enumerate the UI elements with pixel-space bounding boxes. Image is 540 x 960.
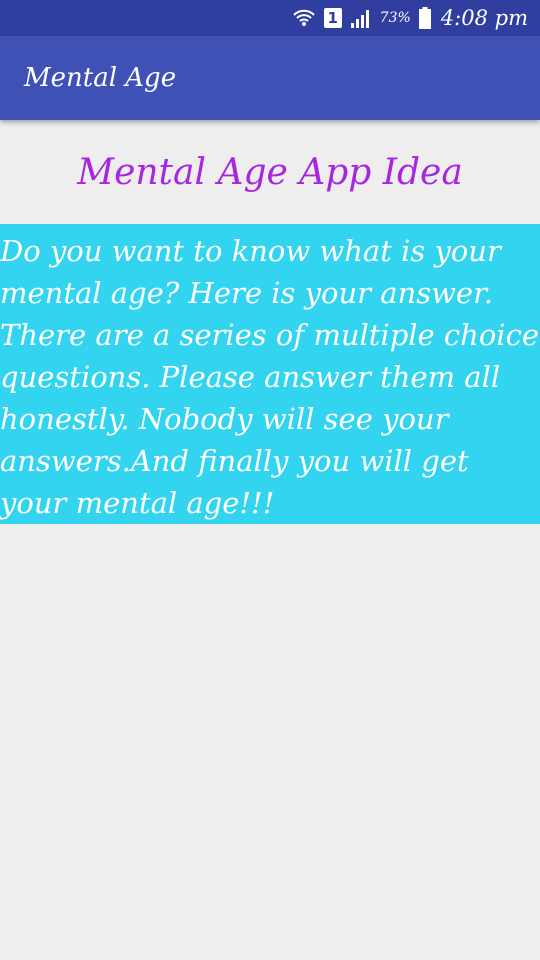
sim-icon: 1 bbox=[323, 8, 342, 28]
clock: 4:08 pm bbox=[440, 6, 528, 30]
status-bar: 1 73% 4:08 pm bbox=[0, 0, 540, 36]
sim-number: 1 bbox=[323, 8, 342, 28]
battery-icon bbox=[418, 7, 431, 29]
app-bar: Mental Age bbox=[0, 36, 540, 120]
signal-icon bbox=[350, 8, 372, 28]
wifi-icon bbox=[292, 7, 316, 29]
page-heading: Mental Age App Idea bbox=[77, 152, 463, 193]
battery-percent: 73% bbox=[379, 10, 411, 26]
app-title: Mental Age bbox=[24, 63, 177, 93]
description-text: Do you want to know what is your mental … bbox=[0, 224, 540, 524]
